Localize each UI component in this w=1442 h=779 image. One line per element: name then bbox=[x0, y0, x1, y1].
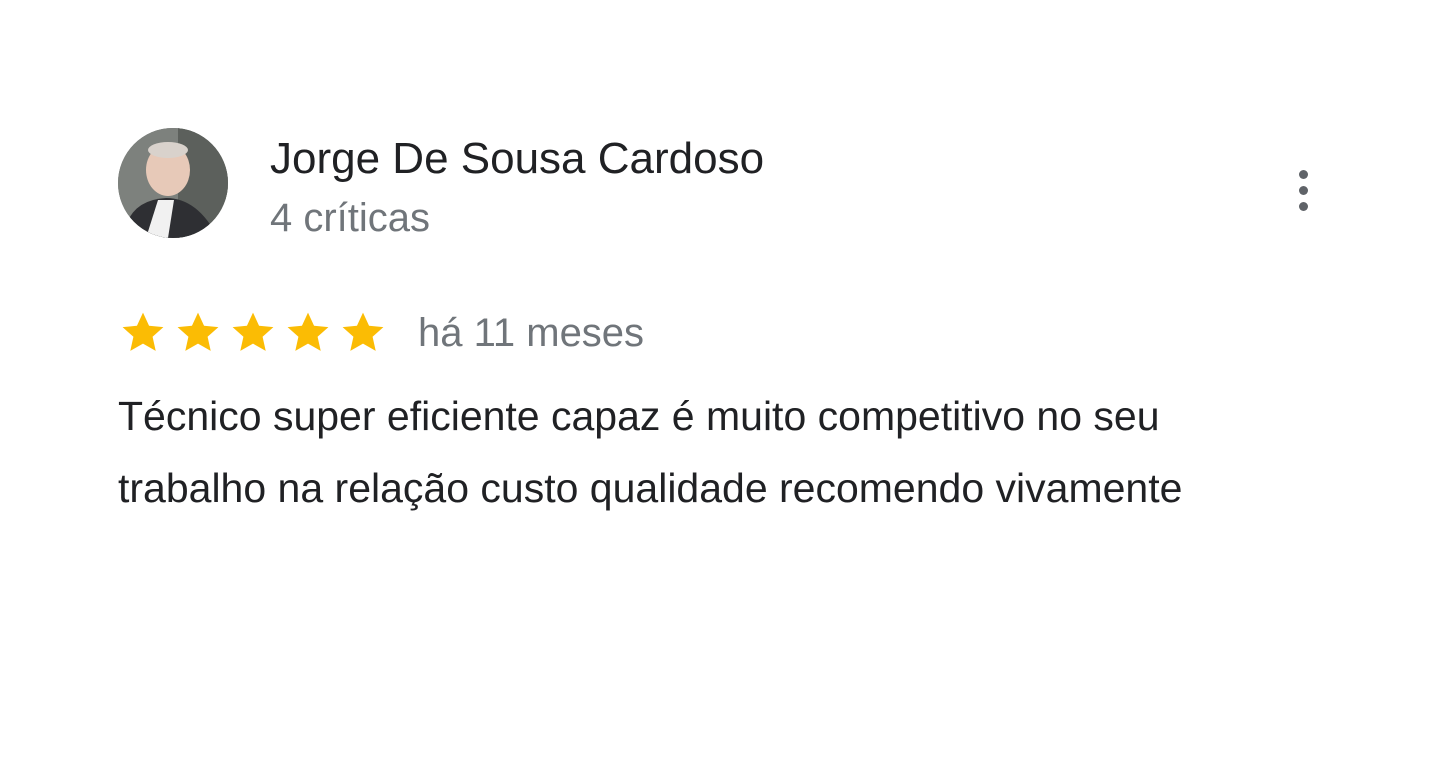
more-options-button[interactable] bbox=[1278, 160, 1328, 220]
star-icon bbox=[173, 308, 223, 358]
rating-row: há 11 meses bbox=[118, 306, 644, 360]
more-vert-icon-dot bbox=[1298, 185, 1308, 195]
avatar-photo bbox=[118, 128, 228, 238]
star-icon bbox=[228, 308, 278, 358]
author-avatar[interactable] bbox=[118, 128, 228, 238]
author-name[interactable]: Jorge De Sousa Cardoso bbox=[270, 132, 764, 186]
review-card: Jorge De Sousa Cardoso 4 críticas há 11 … bbox=[0, 0, 1442, 779]
star-icon bbox=[338, 308, 388, 358]
review-text: Técnico super eficiente capaz é muito co… bbox=[118, 393, 1183, 511]
review-date: há 11 meses bbox=[418, 311, 645, 355]
star-rating bbox=[118, 308, 388, 358]
more-vert-icon-dot bbox=[1298, 169, 1308, 179]
star-icon bbox=[118, 308, 168, 358]
more-vert-icon-dot bbox=[1298, 201, 1308, 211]
author-review-count: 4 críticas bbox=[270, 196, 431, 240]
star-icon bbox=[283, 308, 333, 358]
